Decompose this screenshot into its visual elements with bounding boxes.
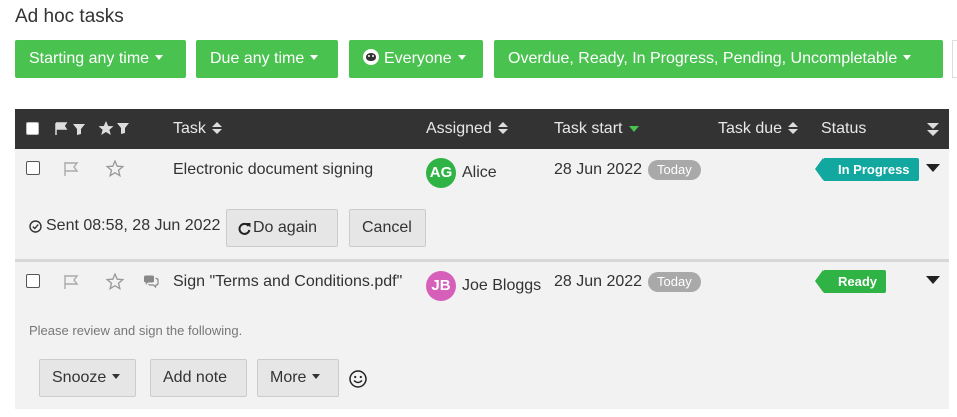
status-filter-button[interactable]: Overdue, Ready, In Progress, Pending, Un…: [494, 40, 943, 78]
comment-icon[interactable]: [143, 275, 159, 288]
due-filter-label: Due any time: [210, 50, 305, 67]
table-row: Sign "Terms and Conditions.pdf" JB Joe B…: [15, 262, 949, 409]
table-header: Task Assigned Task start Task due Status: [15, 109, 949, 149]
assignee-filter-button[interactable]: Everyone: [349, 40, 483, 78]
today-badge: Today: [648, 272, 701, 292]
assigned-column-header[interactable]: Assigned: [426, 109, 508, 149]
caret-down-icon: [112, 374, 121, 380]
add-note-label: Add note: [163, 369, 228, 386]
task-name[interactable]: Sign "Terms and Conditions.pdf": [173, 273, 402, 291]
assignee-name: Joe Bloggs: [462, 277, 542, 294]
expand-row-icon[interactable]: [926, 276, 940, 284]
caret-down-icon: [312, 374, 321, 380]
check-circle-icon: [29, 220, 42, 233]
sort-icon: [497, 121, 508, 134]
cancel-label: Cancel: [362, 219, 412, 236]
everyone-icon: [363, 48, 379, 65]
task-column-header[interactable]: Task: [173, 109, 222, 149]
task-due-header-label: Task due: [718, 120, 783, 137]
sent-status-text: Sent 08:58, 28 Jun 2022: [46, 217, 221, 234]
row-checkbox[interactable]: [26, 274, 40, 288]
flag-icon[interactable]: [63, 161, 81, 177]
caret-down-icon: [457, 55, 466, 61]
add-note-button[interactable]: Add note: [150, 359, 247, 397]
caret-down-icon: [903, 55, 912, 61]
status-filter-label: Overdue, Ready, In Progress, Pending, Un…: [508, 50, 898, 67]
star-filter-icon[interactable]: [98, 121, 132, 136]
snooze-button[interactable]: Snooze: [39, 359, 136, 397]
sort-icon: [211, 121, 222, 134]
row-checkbox[interactable]: [26, 161, 40, 175]
status-column-header: Status: [821, 109, 866, 149]
select-all-checkbox[interactable]: [26, 122, 39, 135]
assignee-filter-label: Everyone: [384, 50, 452, 67]
assigned-header-label: Assigned: [426, 120, 492, 137]
repeat-icon: [238, 222, 251, 235]
star-icon[interactable]: [106, 273, 124, 290]
more-label: More: [270, 369, 307, 386]
collapse-all-icon[interactable]: [927, 123, 939, 137]
star-icon[interactable]: [106, 160, 124, 177]
task-start-date: 28 Jun 2022: [554, 273, 643, 290]
flag-icon[interactable]: [63, 274, 81, 290]
task-name[interactable]: Electronic document signing: [173, 161, 373, 179]
start-filter-label: Starting any time: [29, 50, 150, 67]
sort-desc-icon: [629, 125, 640, 132]
status-badge: Ready: [814, 270, 887, 293]
status-header-label: Status: [821, 120, 867, 137]
status-badge: In Progress: [815, 158, 919, 181]
sort-icon: [788, 121, 799, 134]
task-start-header-label: Task start: [554, 120, 623, 137]
smiley-icon[interactable]: [349, 370, 367, 388]
avatar: JB: [426, 271, 456, 301]
table-row: Electronic document signing AG Alice 28 …: [15, 149, 949, 259]
flag-filter-icon[interactable]: [55, 122, 87, 136]
task-start-date: 28 Jun 2022: [554, 161, 643, 178]
task-header-label: Task: [173, 120, 206, 137]
task-due-column-header[interactable]: Task due: [718, 109, 799, 149]
overflow-control: [952, 40, 957, 78]
more-button[interactable]: More: [257, 359, 339, 397]
caret-down-icon: [155, 55, 164, 61]
expand-row-icon[interactable]: [926, 164, 940, 172]
snooze-label: Snooze: [52, 369, 107, 386]
page-title: Ad hoc tasks: [15, 6, 124, 27]
start-filter-button[interactable]: Starting any time: [15, 40, 186, 78]
assignee-name: Alice: [462, 164, 497, 181]
cancel-button[interactable]: Cancel: [349, 209, 426, 247]
due-filter-button[interactable]: Due any time: [196, 40, 338, 78]
do-again-label: Do again: [253, 219, 318, 236]
do-again-button[interactable]: Do again: [226, 209, 338, 247]
today-badge: Today: [648, 160, 701, 180]
task-note: Please review and sign the following.: [29, 323, 243, 338]
caret-down-icon: [310, 55, 319, 61]
task-start-column-header[interactable]: Task start: [554, 109, 640, 149]
avatar: AG: [426, 158, 456, 188]
